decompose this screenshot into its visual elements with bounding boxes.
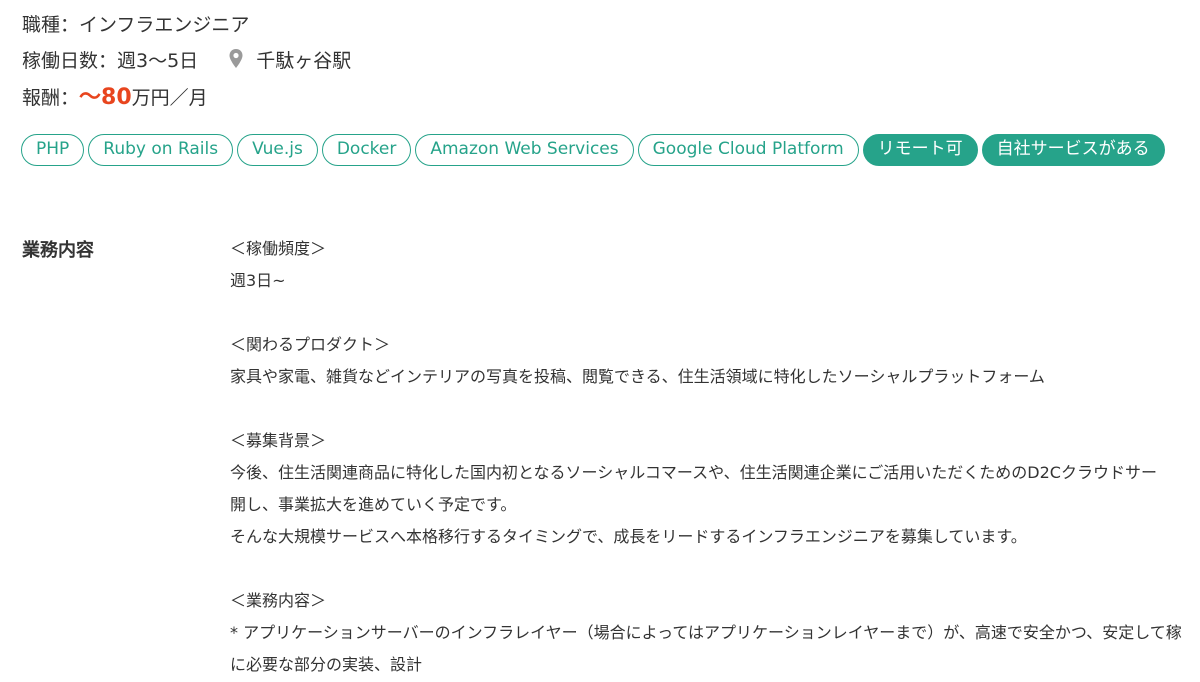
work-line-2: に必要な部分の実装、設計 bbox=[230, 655, 423, 674]
pay-prefix: 〜 bbox=[79, 85, 102, 110]
work-days: 稼働日数：週3〜5日 bbox=[22, 50, 199, 72]
product-heading: ＜関わるプロダクト＞ bbox=[230, 335, 391, 354]
tag-remote[interactable]: リモート可 bbox=[862, 134, 978, 166]
background-heading: ＜募集背景＞ bbox=[230, 431, 327, 450]
background-line-1: 今後、住生活関連商品に特化した国内初となるソーシャルコマースや、住生活関連企業に… bbox=[230, 463, 1157, 482]
frequency-heading: ＜稼働頻度＞ bbox=[230, 239, 327, 258]
pay-label: 報酬： bbox=[22, 87, 80, 109]
work-days-line: 稼働日数：週3〜5日 千駄ヶ谷駅 bbox=[22, 48, 351, 74]
pay-line: 報酬：〜80万円／月 bbox=[22, 85, 208, 111]
tag-ruby-on-rails[interactable]: Ruby on Rails bbox=[88, 134, 234, 166]
section-label-work: 業務内容 bbox=[22, 240, 94, 261]
background-line-2: 開し、事業拡大を進めていく予定です。 bbox=[230, 495, 517, 514]
station-name: 千駄ヶ谷駅 bbox=[256, 50, 352, 72]
tag-list: PHP Ruby on Rails Vue.js Docker Amazon Web S… bbox=[21, 134, 1169, 166]
map-pin-icon bbox=[229, 49, 243, 68]
tag-vuejs[interactable]: Vue.js bbox=[237, 134, 318, 166]
background-line-3: そんな大規模サービスへ本格移行するタイミングで、成長をリードするインフラエンジニ… bbox=[230, 527, 1027, 546]
tag-aws[interactable]: Amazon Web Services bbox=[415, 134, 634, 166]
work-line-1: * アプリケーションサーバーのインフラレイヤー（場合によってはアプリケーションレ… bbox=[230, 623, 1182, 642]
frequency-text: 週3日~ bbox=[230, 271, 286, 290]
product-text: 家具や家電、雑貨などインテリアの写真を投稿、閲覧できる、住生活領域に特化したソー… bbox=[230, 367, 1045, 386]
tag-own-service[interactable]: 自社サービスがある bbox=[981, 134, 1165, 166]
pay-amount: 80 bbox=[101, 85, 132, 110]
job-type: 職種：インフラエンジニア bbox=[22, 14, 250, 36]
job-listing-page: 職種：インフラエンジニア 稼働日数：週3〜5日 千駄ヶ谷駅 報酬：〜80万円／月… bbox=[0, 0, 1200, 682]
work-description: ＜稼働頻度＞ 週3日~ ＜関わるプロダクト＞ 家具や家電、雑貨などインテリアの写… bbox=[230, 236, 1200, 682]
pay-unit: 万円／月 bbox=[131, 87, 208, 109]
work-heading: ＜業務内容＞ bbox=[230, 591, 327, 610]
tag-php[interactable]: PHP bbox=[21, 134, 85, 166]
tag-docker[interactable]: Docker bbox=[321, 134, 412, 166]
tag-gcp[interactable]: Google Cloud Platform bbox=[637, 134, 859, 166]
